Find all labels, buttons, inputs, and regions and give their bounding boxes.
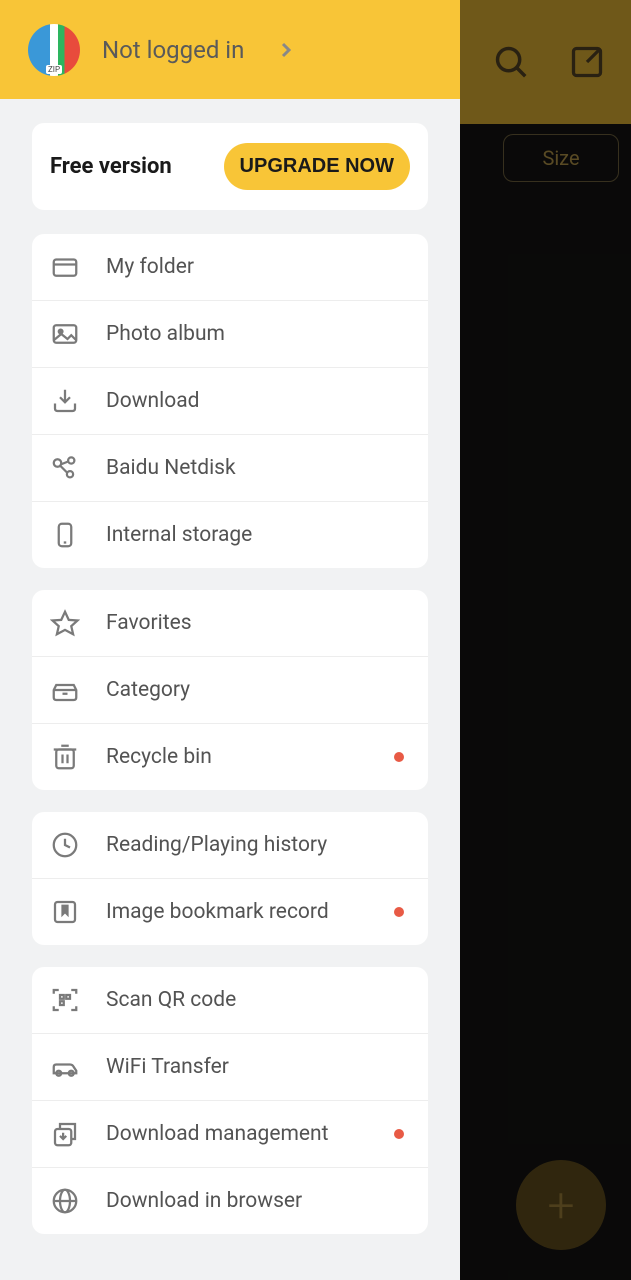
upgrade-button[interactable]: UPGRADE NOW — [224, 143, 410, 190]
image-icon — [50, 319, 80, 349]
download-icon — [50, 386, 80, 416]
menu-label: Download management — [106, 1122, 329, 1146]
trash-icon — [50, 742, 80, 772]
menu-label: Scan QR code — [106, 988, 236, 1012]
version-card: Free version UPGRADE NOW — [32, 123, 428, 210]
menu-item-recycle-bin[interactable]: Recycle bin — [32, 723, 428, 790]
menu-label: My folder — [106, 255, 194, 279]
menu-item-photo-album[interactable]: Photo album — [32, 300, 428, 367]
star-icon — [50, 608, 80, 638]
menu-item-download-browser[interactable]: Download in browser — [32, 1167, 428, 1234]
menu-group-favorites: Favorites Category Recycle bin — [32, 590, 428, 790]
globe-icon — [50, 1186, 80, 1216]
menu-item-my-folder[interactable]: My folder — [32, 234, 428, 300]
car-transfer-icon — [50, 1052, 80, 1082]
menu-item-baidu-netdisk[interactable]: Baidu Netdisk — [32, 434, 428, 501]
navigation-drawer: Not logged in Free version UPGRADE NOW M… — [0, 0, 460, 1280]
menu-item-category[interactable]: Category — [32, 656, 428, 723]
version-label: Free version — [50, 154, 172, 179]
menu-label: Photo album — [106, 322, 225, 346]
menu-item-image-bookmark[interactable]: Image bookmark record — [32, 878, 428, 945]
menu-group-locations: My folder Photo album Download Baidu Net… — [32, 234, 428, 568]
download-manage-icon — [50, 1119, 80, 1149]
folder-icon — [50, 252, 80, 282]
drawer-content: Free version UPGRADE NOW My folder Photo… — [0, 99, 460, 1280]
menu-label: Baidu Netdisk — [106, 456, 236, 480]
menu-label: Recycle bin — [106, 745, 212, 769]
menu-label: Download in browser — [106, 1189, 302, 1213]
qr-scan-icon — [50, 985, 80, 1015]
drawer-header[interactable]: Not logged in — [0, 0, 460, 99]
bookmark-icon — [50, 897, 80, 927]
login-status-text: Not logged in — [102, 36, 244, 64]
category-icon — [50, 675, 80, 705]
menu-item-download-management[interactable]: Download management — [32, 1100, 428, 1167]
menu-label: Favorites — [106, 611, 192, 635]
notification-dot-icon — [394, 1129, 404, 1139]
menu-item-scan-qr[interactable]: Scan QR code — [32, 967, 428, 1033]
menu-item-reading-history[interactable]: Reading/Playing history — [32, 812, 428, 878]
menu-item-favorites[interactable]: Favorites — [32, 590, 428, 656]
menu-group-tools: Scan QR code WiFi Transfer Download mana… — [32, 967, 428, 1234]
menu-item-internal-storage[interactable]: Internal storage — [32, 501, 428, 568]
menu-label: Image bookmark record — [106, 900, 329, 924]
menu-label: Download — [106, 389, 200, 413]
menu-label: Reading/Playing history — [106, 833, 327, 857]
menu-label: WiFi Transfer — [106, 1055, 229, 1079]
notification-dot-icon — [394, 752, 404, 762]
notification-dot-icon — [394, 907, 404, 917]
phone-icon — [50, 520, 80, 550]
menu-item-wifi-transfer[interactable]: WiFi Transfer — [32, 1033, 428, 1100]
menu-item-download[interactable]: Download — [32, 367, 428, 434]
menu-label: Internal storage — [106, 523, 252, 547]
menu-group-history: Reading/Playing history Image bookmark r… — [32, 812, 428, 945]
cloud-share-icon — [50, 453, 80, 483]
clock-icon — [50, 830, 80, 860]
app-logo-icon — [28, 24, 80, 76]
menu-label: Category — [106, 678, 190, 702]
chevron-right-icon — [274, 38, 298, 62]
